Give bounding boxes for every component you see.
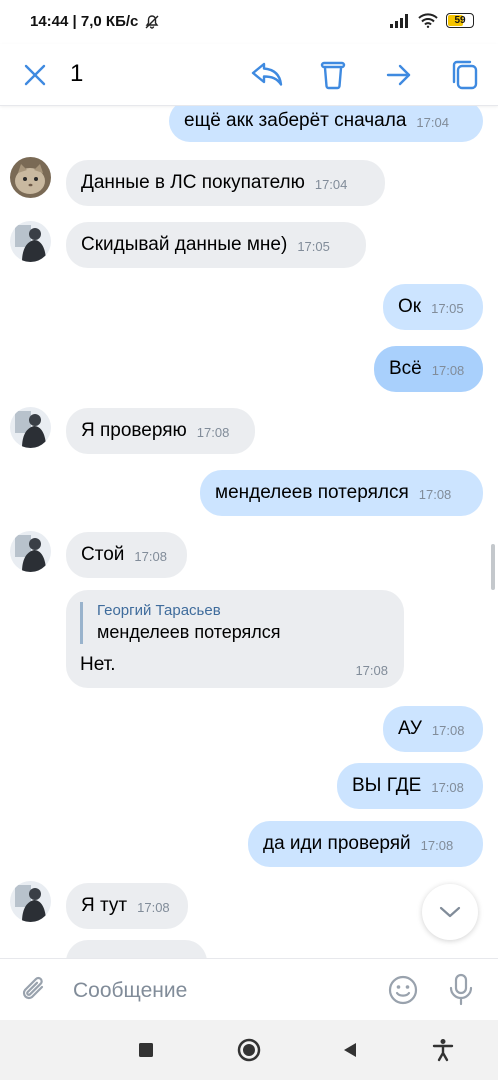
home-icon[interactable] xyxy=(237,1038,261,1062)
message-time: 17:08 xyxy=(418,487,452,502)
back-icon[interactable] xyxy=(338,1038,362,1062)
message-outgoing[interactable]: Ок 17:05 xyxy=(383,284,483,330)
message-text: Ок xyxy=(398,296,422,317)
message-time: 17:05 xyxy=(431,301,464,316)
message-list[interactable]: ещё акк заберёт сначала 17:04 Данные в Л… xyxy=(0,106,498,958)
reply-icon[interactable] xyxy=(250,58,284,92)
selection-toolbar: 1 xyxy=(0,44,498,106)
message-incoming[interactable]: Я проверяю 17:08 xyxy=(66,408,255,454)
trash-icon[interactable] xyxy=(316,58,350,92)
scrollbar[interactable] xyxy=(491,544,495,590)
message-time: 17:08 xyxy=(137,900,170,915)
reply-quote[interactable]: Георгий Тарасьев менделеев потерялся xyxy=(80,602,281,644)
avatar[interactable] xyxy=(10,407,51,448)
message-time: 17:08 xyxy=(431,723,465,738)
battery-icon: 59 xyxy=(446,13,474,28)
avatar[interactable] xyxy=(10,881,51,922)
copy-icon[interactable] xyxy=(448,58,482,92)
accessibility-icon[interactable] xyxy=(431,1038,455,1062)
message-time: 17:08 xyxy=(420,838,454,853)
avatar[interactable] xyxy=(10,531,51,572)
message-time: 17:05 xyxy=(297,239,330,254)
message-time: 17:04 xyxy=(416,115,449,130)
message-incoming[interactable]: Стой 17:08 xyxy=(66,532,187,578)
selected-count: 1 xyxy=(70,60,84,87)
reply-quote-text: менделеев потерялся xyxy=(97,622,281,642)
message-time: 17:08 xyxy=(134,549,167,564)
message-outgoing[interactable]: ВЫ ГДЕ 17:08 xyxy=(337,763,483,809)
recents-icon[interactable] xyxy=(134,1038,158,1062)
emoji-icon[interactable] xyxy=(386,973,420,1007)
battery-level: 59 xyxy=(454,15,466,26)
message-outgoing[interactable]: АУ 17:08 xyxy=(383,706,483,752)
message-text: да иди проверяй xyxy=(263,833,411,854)
message-time: 17:08 xyxy=(431,780,464,795)
message-time: 17:04 xyxy=(314,177,348,192)
message-outgoing[interactable]: да иди проверяй 17:08 xyxy=(248,821,483,867)
signal-icon xyxy=(390,13,408,28)
message-text: Нет. xyxy=(80,654,116,675)
message-text: Всё xyxy=(389,358,422,379)
message-text: АУ xyxy=(398,718,422,739)
system-nav-bar xyxy=(0,1020,498,1080)
message-incoming[interactable]: Скидывай данные мне) 17:05 xyxy=(66,222,366,268)
message-incoming[interactable]: Данные в ЛС покупателю 17:04 xyxy=(66,160,385,206)
status-bar: 14:44 | 7,0 КБ/с 59 xyxy=(0,0,498,44)
status-left: 14:44 | 7,0 КБ/с xyxy=(30,13,160,30)
reply-author: Георгий Тарасьев xyxy=(97,602,221,619)
message-text: Я проверяю xyxy=(81,420,187,441)
message-incoming-reply[interactable]: Георгий Тарасьев менделеев потерялся Нет… xyxy=(66,590,404,688)
mute-bell-icon xyxy=(145,14,159,29)
message-time: 17:08 xyxy=(431,363,465,378)
message-outgoing[interactable]: ещё акк заберёт сначала 17:04 xyxy=(169,106,483,142)
avatar[interactable] xyxy=(10,221,51,262)
message-text: ещё акк заберёт сначала xyxy=(184,110,407,131)
message-outgoing[interactable]: менделеев потерялся 17:08 xyxy=(200,470,483,516)
message-input[interactable]: Сообщение xyxy=(73,979,187,1003)
avatar[interactable] xyxy=(10,157,51,198)
message-incoming-partial[interactable] xyxy=(66,940,207,958)
message-text: Данные в ЛС покупателю xyxy=(81,172,305,193)
message-text: Я тут xyxy=(81,895,128,916)
microphone-icon[interactable] xyxy=(444,973,478,1007)
chevron-down-icon xyxy=(439,906,461,918)
message-time: 17:08 xyxy=(196,425,230,440)
message-outgoing-selected[interactable]: Всё 17:08 xyxy=(374,346,483,392)
scroll-down-button[interactable] xyxy=(422,884,478,940)
status-right: 59 xyxy=(390,13,474,28)
forward-icon[interactable] xyxy=(382,58,416,92)
message-composer: Сообщение xyxy=(0,958,498,1020)
message-incoming[interactable]: Я тут 17:08 xyxy=(66,883,188,929)
message-text: ВЫ ГДЕ xyxy=(352,775,422,796)
message-text: Скидывай данные мне) xyxy=(81,234,288,255)
attach-icon[interactable] xyxy=(18,973,52,1007)
wifi-icon xyxy=(418,13,438,28)
status-time: 14:44 | 7,0 КБ/с xyxy=(30,13,139,30)
message-text: менделеев потерялся xyxy=(215,482,409,503)
message-text: Стой xyxy=(81,544,125,565)
close-icon[interactable] xyxy=(18,58,52,92)
message-time: 17:08 xyxy=(355,663,388,678)
